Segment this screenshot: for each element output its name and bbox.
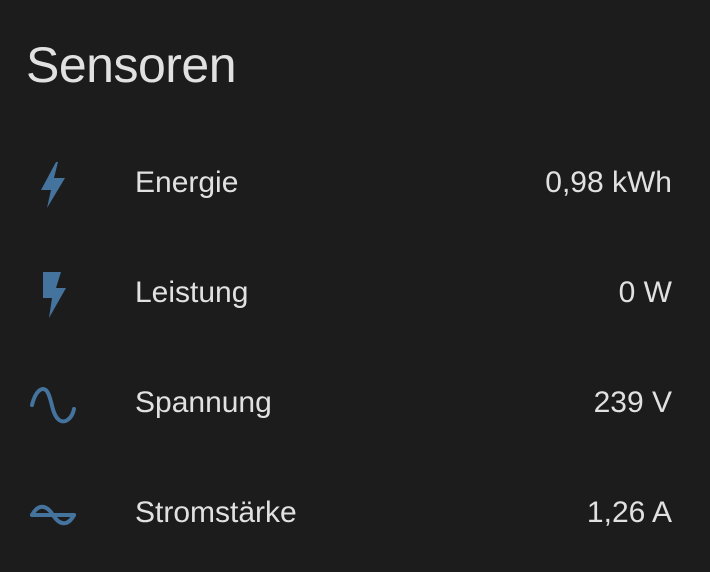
sensor-row-leistung[interactable]: Leistung 0 W xyxy=(0,238,710,348)
sensor-value: 0 W xyxy=(618,276,672,309)
flash-icon xyxy=(25,157,81,213)
sensor-label: Stromstärke xyxy=(135,496,297,529)
sensor-card: Sensoren Energie 0,98 kWh Leistung 0 W S… xyxy=(0,0,710,572)
current-ac-icon xyxy=(25,487,81,543)
sensor-list: Energie 0,98 kWh Leistung 0 W Spannung 2… xyxy=(0,128,710,568)
card-title: Sensoren xyxy=(26,37,237,93)
sensor-value: 239 V xyxy=(593,386,672,419)
flash-filled-icon xyxy=(25,267,81,323)
sensor-label: Spannung xyxy=(135,386,272,419)
sensor-value: 1,26 A xyxy=(586,496,672,529)
sensor-row-energie[interactable]: Energie 0,98 kWh xyxy=(0,128,710,238)
sensor-label: Leistung xyxy=(135,276,249,309)
sensor-label: Energie xyxy=(135,166,239,199)
sensor-row-stromstaerke[interactable]: Stromstärke 1,26 A xyxy=(0,458,710,568)
sensor-row-spannung[interactable]: Spannung 239 V xyxy=(0,348,710,458)
sensor-value: 0,98 kWh xyxy=(545,166,672,199)
sine-wave-icon xyxy=(25,377,81,433)
